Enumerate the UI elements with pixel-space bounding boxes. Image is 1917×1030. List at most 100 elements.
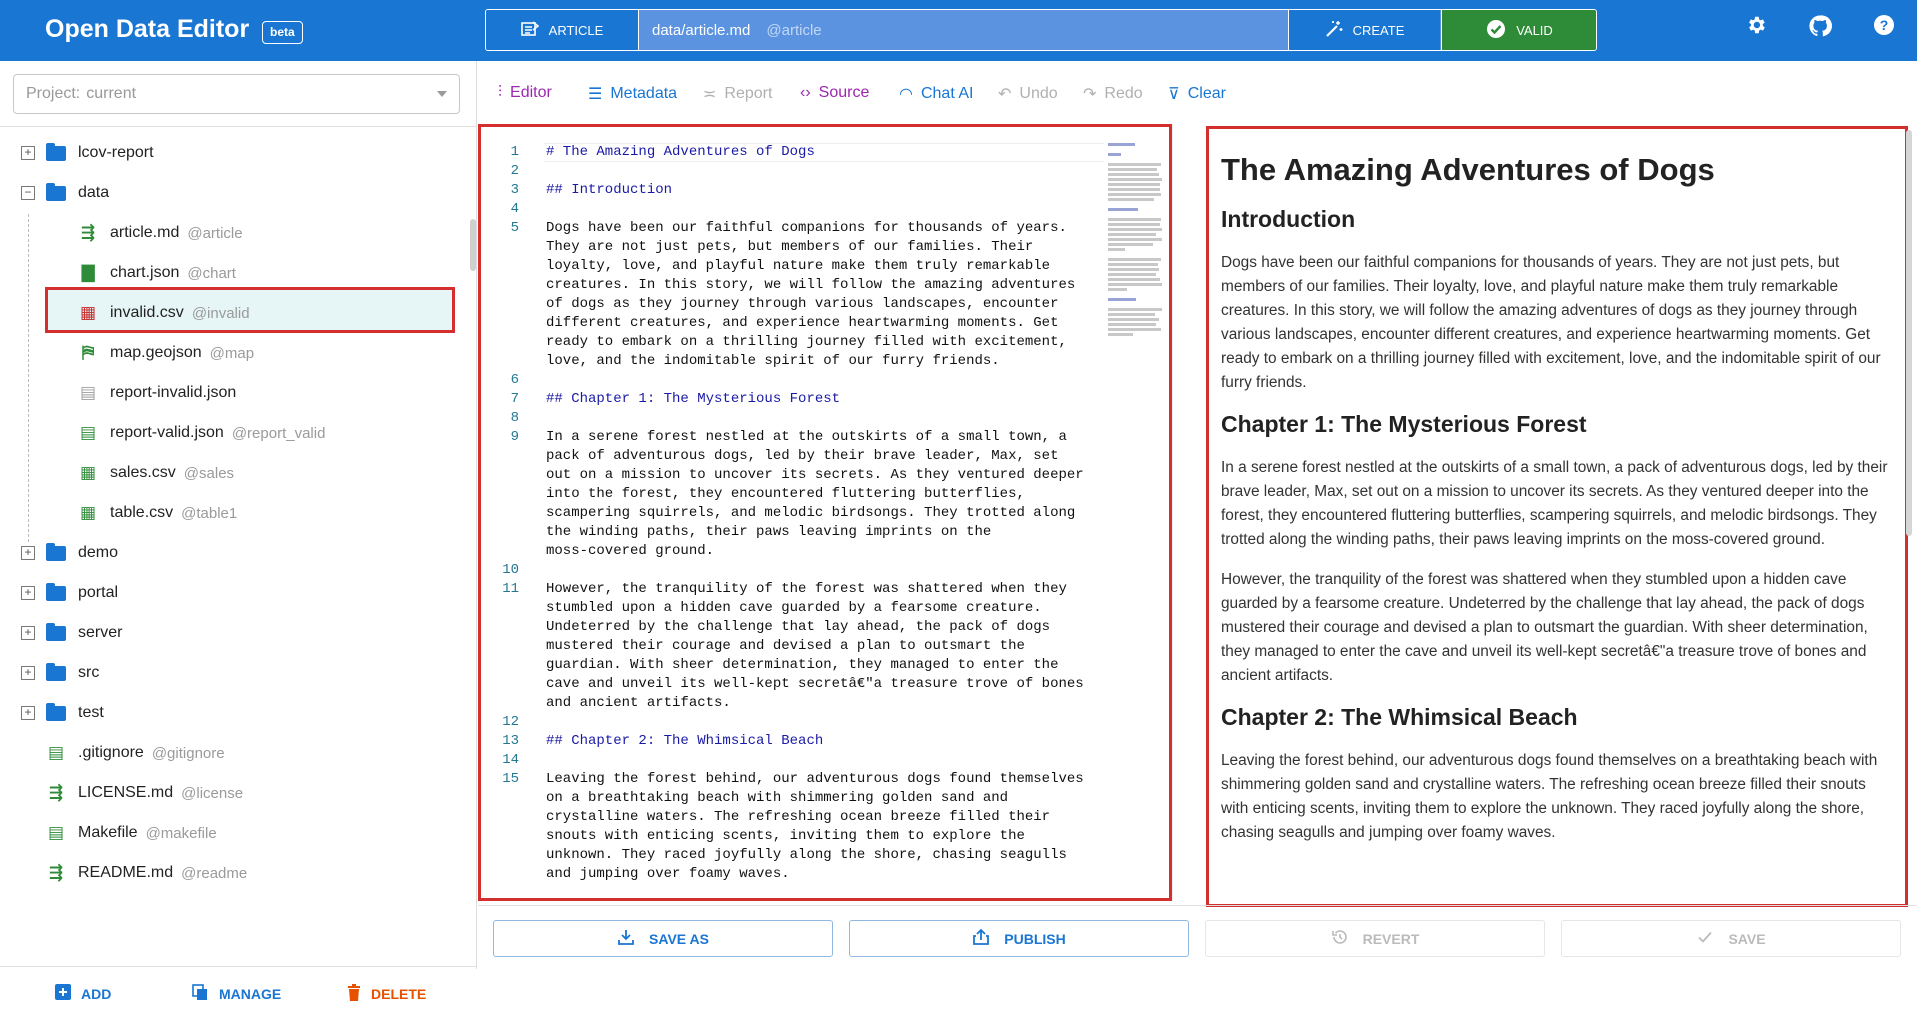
preview-chapter1-p2: However, the tranquility of the forest w… [1221,571,1868,684]
tree-file-license-md[interactable]: ⇶ LICENSE.md @license [46,773,243,813]
code-minimap[interactable] [1108,143,1168,336]
editor-toolbar: ⫶ Editor ☰ Metadata ≍ Report ‹› Source ◠ Chat… [478,61,1917,126]
line-number: 14 [502,752,519,768]
help-icon[interactable]: ? [1870,14,1898,42]
add-button[interactable]: ADD [55,984,111,1003]
tree-file-article-md[interactable]: ⇶ article.md @article [78,213,243,253]
valid-button[interactable]: VALID [1441,10,1596,50]
revert-button[interactable]: REVERT [1205,920,1545,957]
project-value: current [86,85,137,102]
code-line: into the forest, they encountered flutte… [481,485,1141,504]
code-line: and jumping over foamy waves. [481,865,1141,884]
line-text: stumbled upon a hidden cave guarded by a… [546,600,1042,616]
redo-icon: ↷ [1083,86,1097,103]
expand-icon[interactable]: + [21,586,35,600]
redo-button[interactable]: ↷ Redo [1083,84,1143,104]
preview-chapter1-p1: In a serene forest nestled at the outski… [1221,459,1888,548]
code-line: moss-covered ground. [481,542,1141,561]
collapse-icon[interactable]: − [21,186,35,200]
expand-icon[interactable]: + [21,666,35,680]
publish-button[interactable]: PUBLISH [849,920,1189,957]
line-text: ## Introduction [546,182,673,198]
tree-folder-src[interactable]: src [46,653,99,693]
tree-folder-lcov-report[interactable]: lcov-report [46,133,154,173]
editor-scrollbar[interactable] [1172,124,1186,901]
minimap-line [1108,143,1136,146]
settings-gear-icon[interactable] [1742,14,1770,42]
upload-icon [972,928,990,949]
tree-file-map-geojson[interactable]: ⛿ map.geojson @map [78,333,254,373]
markdown-editor[interactable]: 1 # The Amazing Adventures of Dogs 2 3 ## In… [478,124,1172,901]
undo-button[interactable]: ↶ Undo [998,84,1058,104]
tree-folder-server[interactable]: server [46,613,122,653]
code-icon: ‹› [800,84,811,101]
line-text: of dogs as they journey through various … [546,296,1059,312]
save-as-button[interactable]: SAVE AS [493,920,833,957]
manage-button[interactable]: MANAGE [192,984,281,1004]
code-line: 10 [481,561,1141,580]
metadata-tab[interactable]: ☰ Metadata [588,84,677,104]
clear-filter-icon: ⊽ [1168,86,1180,103]
folder-icon [46,182,66,201]
tree-file-sales-csv[interactable]: ▦ sales.csv @sales [78,453,234,493]
tree-item-name: table.csv [110,504,174,521]
tree-file-makefile[interactable]: ▤ Makefile @makefile [46,813,217,853]
source-tab[interactable]: ‹› Source [800,84,869,102]
minimap-line [1108,313,1155,316]
clear-button[interactable]: ⊽ Clear [1168,84,1226,104]
create-label: CREATE [1352,22,1405,38]
tree-file-report-invalid-json[interactable]: ▤ report-invalid.json [78,373,236,413]
chat-ai-button[interactable]: ◠ Chat AI [899,84,973,104]
minimap-line [1108,223,1160,226]
code-line: 3 ## Introduction [481,181,1141,200]
magic-wand-icon [1325,20,1343,41]
tree-file-table-csv[interactable]: ▦ table.csv @table1 [78,493,237,533]
tree-folder-portal[interactable]: portal [46,573,118,613]
line-number: 13 [502,733,519,749]
project-select[interactable]: Project: current [13,74,460,114]
tree-folder-data[interactable]: data [46,173,109,213]
copy-icon [192,984,209,1004]
github-icon[interactable] [1806,14,1834,42]
revert-label: REVERT [1362,930,1420,947]
folder-icon [46,142,66,161]
expand-icon[interactable]: + [21,146,35,160]
tree-item-alias: @invalid [191,304,250,322]
code-line: 6 [481,371,1141,390]
manage-label: MANAGE [219,986,282,1002]
editor-label: Editor [510,84,552,101]
preview-scrollbar[interactable] [1906,130,1912,536]
expand-icon[interactable]: + [21,546,35,560]
line-text: creatures. In this story, we will follow… [546,277,1076,293]
add-label: ADD [81,985,112,1002]
line-text: into the forest, they encountered flutte… [546,486,1025,502]
tree-file--gitignore[interactable]: ▤ .gitignore @gitignore [46,733,225,773]
tree-item-name: invalid.csv [110,304,184,321]
sidebar-scrollbar[interactable] [470,219,476,271]
tree-file-report-valid-json[interactable]: ▤ report-valid.json @report_valid [78,413,325,453]
code-line: snouts with enticing scents, inviting th… [481,827,1141,846]
delete-button[interactable]: DELETE [347,984,426,1004]
code-line: 13 ## Chapter 2: The Whimsical Beach [481,732,1141,751]
code-line: 11 However, the tranquility of the forest… [481,580,1141,599]
folder-icon [46,582,66,601]
article-icon [520,20,539,40]
expand-icon[interactable]: + [21,626,35,640]
code-lines: 1 # The Amazing Adventures of Dogs 2 3 ## In… [481,143,1141,884]
article-type-button[interactable]: ARTICLE [486,10,639,50]
save-button[interactable]: SAVE [1561,920,1901,957]
tree-item-name: portal [78,584,119,601]
file-icon: ▤ [47,823,65,842]
create-button[interactable]: CREATE [1288,10,1440,50]
tree-folder-test[interactable]: test [46,693,104,733]
expand-icon[interactable]: + [21,706,35,720]
file-sidebar: Project: current + lcov-report − data ⇶ articl… [0,61,477,1002]
preview-title: The Amazing Adventures of Dogs [1221,152,1715,187]
tree-file-readme-md[interactable]: ⇶ README.md @readme [46,853,247,893]
tree-file-chart-json[interactable]: ▇ chart.json @chart [78,253,236,293]
app-title: Open Data Editor [45,15,250,43]
tree-file-invalid-csv[interactable]: ▦ invalid.csv @invalid [78,293,250,333]
editor-tab[interactable]: ⫶ Editor [498,84,552,102]
folder-icon [46,702,66,721]
tree-folder-demo[interactable]: demo [46,533,118,573]
